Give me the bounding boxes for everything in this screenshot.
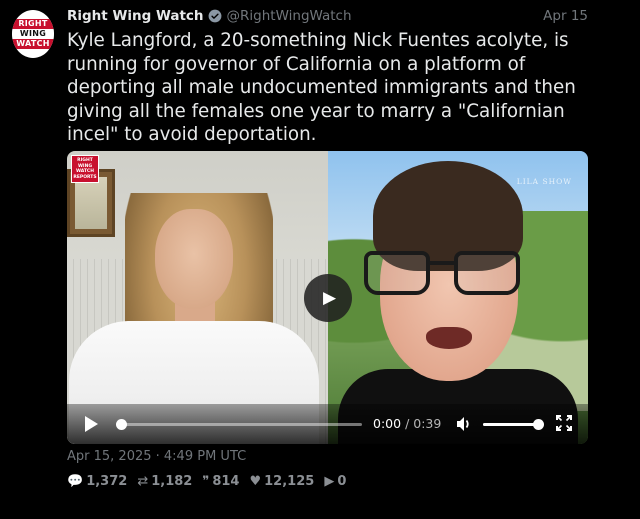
views-button[interactable]: ▶ 0 <box>324 474 346 489</box>
retweet-icon: ⇄ <box>137 474 149 489</box>
reply-icon: 💬 <box>67 474 84 489</box>
show-watermark: LILA SHOW <box>516 177 572 186</box>
like-button[interactable]: ♥ 12,125 <box>249 474 314 489</box>
seek-bar[interactable] <box>116 419 362 430</box>
retweet-button[interactable]: ⇄ 1,182 <box>137 474 192 489</box>
seek-handle[interactable] <box>116 419 127 430</box>
quote-count: 814 <box>212 474 240 489</box>
video-player[interactable]: RIGHT WING WATCH REPORTS LILA SHOW ▶ 0:0… <box>67 151 588 444</box>
avatar[interactable]: RIGHT WING WATCH <box>12 10 54 58</box>
video-right-panel: LILA SHOW <box>328 151 588 444</box>
current-time: 0:00 <box>373 416 402 431</box>
fullscreen-icon <box>556 415 572 431</box>
glasses <box>364 251 520 297</box>
avatar-line-1: RIGHT <box>12 19 54 29</box>
time-display: 0:00 / 0:39 <box>373 416 441 432</box>
tweet-header: Right Wing Watch @RightWingWatch <box>67 7 588 25</box>
views-play-icon: ▶ <box>324 474 335 489</box>
play-button[interactable] <box>83 415 101 433</box>
volume-slider[interactable] <box>483 419 544 430</box>
author-display-name[interactable]: Right Wing Watch <box>67 8 204 24</box>
rww-reports-logo: RIGHT WING WATCH REPORTS <box>71 155 99 183</box>
avatar-line-2: WING <box>12 29 54 39</box>
play-icon <box>85 416 98 432</box>
quote-button[interactable]: ❞ 814 <box>202 474 239 489</box>
play-icon: ▶ <box>322 288 337 308</box>
like-count: 12,125 <box>264 474 315 489</box>
volume-button[interactable] <box>455 415 473 433</box>
avatar-line-3: WATCH <box>12 39 54 49</box>
reply-count: 1,372 <box>86 474 128 489</box>
volume-fill <box>483 423 538 426</box>
woman-face <box>155 209 233 309</box>
center-play-button[interactable]: ▶ <box>304 274 352 322</box>
tweet-timestamp[interactable]: Apr 15, 2025 · 4:49 PM UTC <box>67 449 246 465</box>
views-count: 0 <box>337 474 347 489</box>
reply-button[interactable]: 💬 1,372 <box>67 474 127 489</box>
author-handle[interactable]: @RightWingWatch <box>227 8 352 24</box>
man-mouth <box>426 327 472 349</box>
quote-icon: ❞ <box>202 474 210 489</box>
volume-icon <box>457 417 469 431</box>
volume-handle[interactable] <box>533 419 544 430</box>
tweet: RIGHT WING WATCH Right Wing Watch @Right… <box>0 0 640 519</box>
video-left-panel: RIGHT WING WATCH REPORTS <box>67 151 328 444</box>
tweet-text: Kyle Langford, a 20-something Nick Fuent… <box>67 30 576 145</box>
tweet-date[interactable]: Apr 15 <box>543 7 588 25</box>
heart-icon: ♥ <box>249 474 262 489</box>
verified-badge-icon <box>208 9 221 23</box>
duration: 0:39 <box>413 416 442 431</box>
video-controls: 0:00 / 0:39 <box>67 404 588 444</box>
engagement-bar: 💬 1,372 ⇄ 1,182 ❞ 814 ♥ 12,125 ▶ 0 <box>67 474 356 489</box>
time-separator: / <box>405 416 410 431</box>
fullscreen-button[interactable] <box>556 415 572 431</box>
retweet-count: 1,182 <box>151 474 193 489</box>
